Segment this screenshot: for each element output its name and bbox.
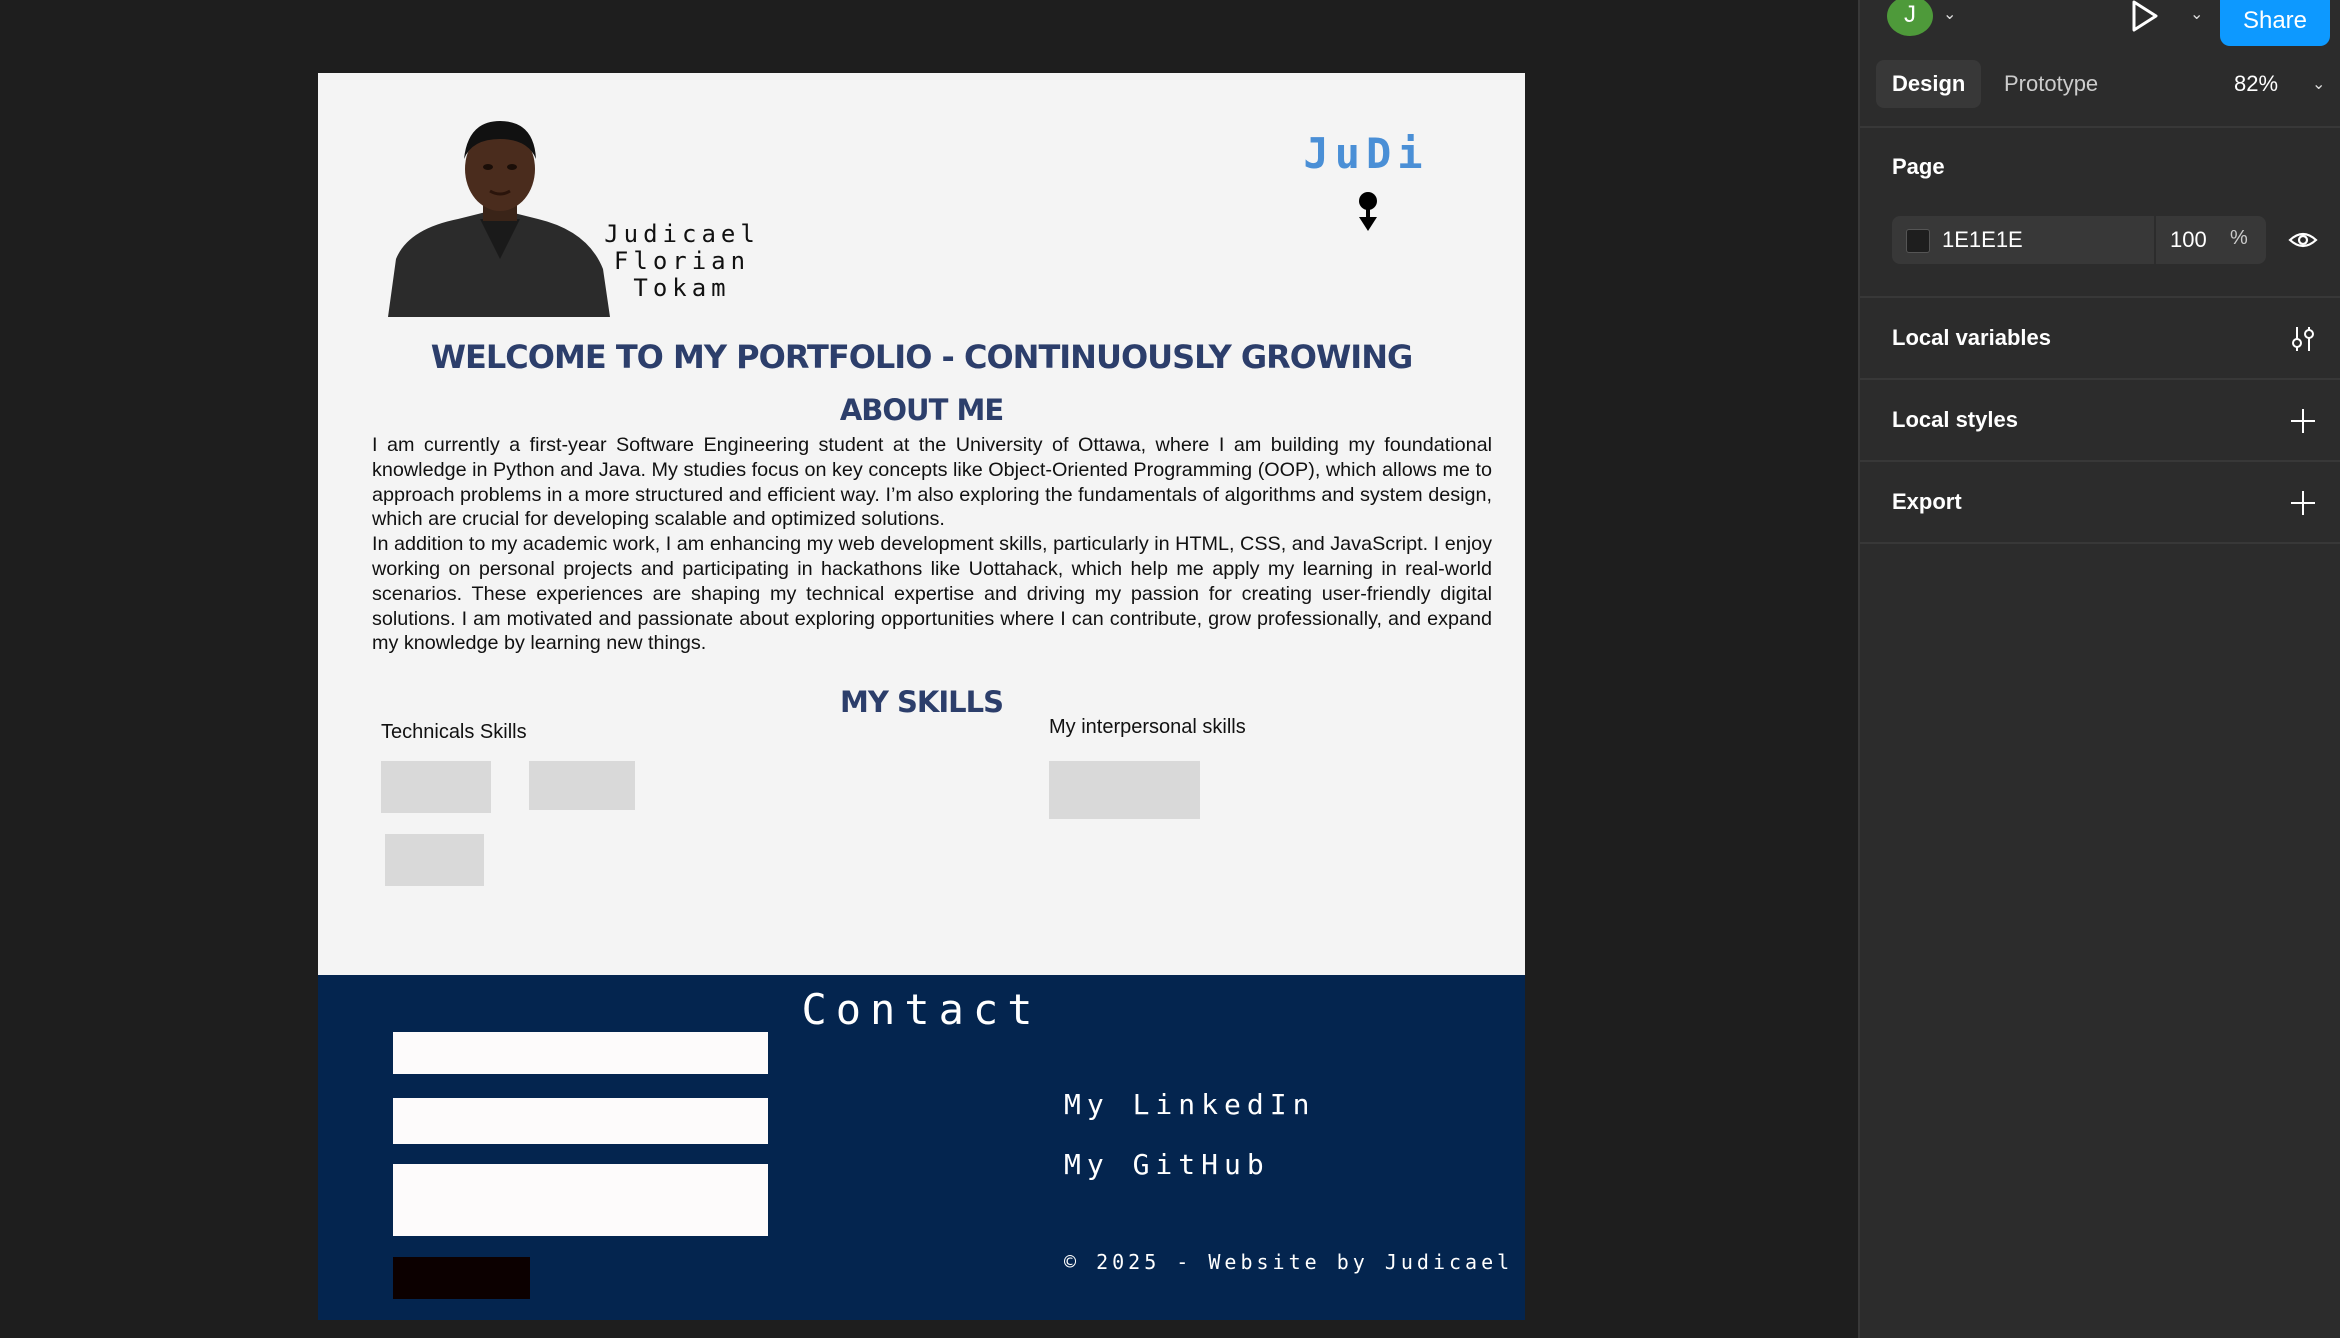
name-line-middle: Florian bbox=[613, 247, 751, 275]
panel-tabs: Design Prototype 82% ⌄ bbox=[1876, 60, 2326, 110]
about-paragraph: In addition to my academic work, I am en… bbox=[372, 533, 1492, 655]
owner-name: Judicael Florian Tokam bbox=[582, 221, 782, 302]
contact-heading: Contact bbox=[801, 985, 1042, 1034]
divider bbox=[1860, 542, 2340, 544]
linkedin-link[interactable]: My LinkedIn bbox=[1064, 1088, 1315, 1121]
about-heading: About Me bbox=[839, 393, 1004, 427]
copyright-text: © 2025 - Website by Judicael bbox=[1064, 1250, 1514, 1274]
design-properties-panel: J ⌄ ⌄ Share Design Prototype 82% ⌄ Page … bbox=[1858, 0, 2340, 1338]
interpersonal-skill-placeholder[interactable] bbox=[1049, 761, 1200, 819]
variables-sliders-icon[interactable] bbox=[2288, 324, 2318, 354]
export-title[interactable]: Export bbox=[1892, 489, 1962, 515]
welcome-heading: Welcome to my portfolio - continuously g… bbox=[430, 338, 1414, 376]
color-swatch[interactable] bbox=[1906, 229, 1930, 253]
name-line-first: Judicael bbox=[604, 220, 760, 248]
name-line-last: Tokam bbox=[633, 274, 731, 302]
chevron-down-icon[interactable]: ⌄ bbox=[1943, 4, 1956, 24]
design-canvas[interactable]: Judicael Florian Tokam JuDi Welcome to m… bbox=[0, 0, 1858, 1338]
eye-icon[interactable] bbox=[2288, 225, 2318, 255]
skills-heading: My Skills bbox=[840, 685, 1004, 719]
contact-section: Contact My LinkedIn My GitHub © 2025 - W… bbox=[318, 975, 1525, 1320]
about-paragraph: I am currently a first-year Software Eng… bbox=[372, 434, 1492, 531]
chevron-down-icon[interactable]: ⌄ bbox=[2312, 74, 2325, 94]
portfolio-frame[interactable]: Judicael Florian Tokam JuDi Welcome to m… bbox=[318, 73, 1525, 1320]
page-opacity-value[interactable]: 100 bbox=[2170, 227, 2207, 253]
divider bbox=[1860, 296, 2340, 298]
contact-email-field[interactable] bbox=[393, 1098, 768, 1144]
local-variables-title[interactable]: Local variables bbox=[1892, 325, 2051, 351]
location-pin-icon bbox=[1359, 192, 1377, 231]
tab-prototype[interactable]: Prototype bbox=[1988, 60, 2114, 108]
page-section-title: Page bbox=[1892, 154, 1945, 179]
chevron-down-icon[interactable]: ⌄ bbox=[2190, 4, 2203, 24]
contact-message-field[interactable] bbox=[393, 1164, 768, 1236]
divider bbox=[1860, 378, 2340, 380]
divider bbox=[1860, 126, 2340, 128]
zoom-level[interactable]: 82% bbox=[2234, 60, 2278, 108]
about-text: I am currently a first-year Software Eng… bbox=[372, 433, 1492, 656]
contact-submit-button[interactable] bbox=[393, 1257, 530, 1299]
plus-icon[interactable] bbox=[2288, 488, 2318, 518]
github-link[interactable]: My GitHub bbox=[1064, 1148, 1270, 1181]
user-avatar[interactable]: J bbox=[1887, 0, 1933, 36]
tab-design[interactable]: Design bbox=[1876, 60, 1982, 108]
technical-skill-placeholder[interactable] bbox=[529, 761, 635, 810]
play-icon[interactable] bbox=[2128, 0, 2160, 34]
page-color-row: 1E1E1E 100 % bbox=[1892, 216, 2266, 264]
page-color-hex[interactable]: 1E1E1E bbox=[1942, 227, 2023, 253]
technical-skill-placeholder[interactable] bbox=[385, 834, 484, 886]
opacity-unit: % bbox=[2230, 227, 2248, 249]
technical-skill-placeholder[interactable] bbox=[381, 761, 491, 813]
technical-skills-label: Technicals Skills bbox=[381, 721, 527, 743]
contact-name-field[interactable] bbox=[393, 1032, 768, 1074]
divider bbox=[2154, 216, 2156, 264]
site-logo: JuDi bbox=[1303, 129, 1429, 178]
share-button[interactable]: Share bbox=[2220, 0, 2330, 46]
plus-icon[interactable] bbox=[2288, 406, 2318, 436]
local-styles-title[interactable]: Local styles bbox=[1892, 407, 2018, 433]
interpersonal-skills-label: My interpersonal skills bbox=[1049, 716, 1246, 738]
divider bbox=[1860, 460, 2340, 462]
